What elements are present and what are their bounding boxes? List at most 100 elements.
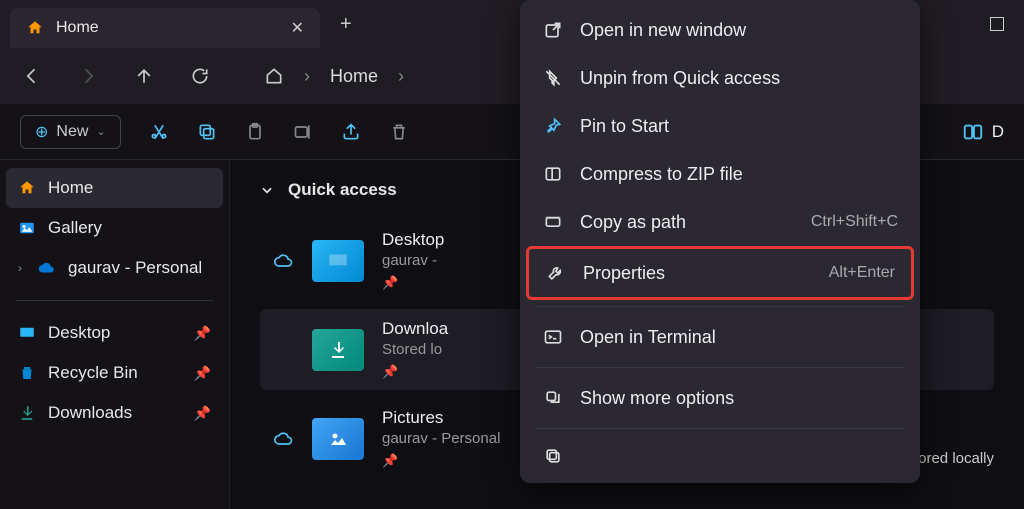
folder-icon — [312, 329, 364, 371]
folder-subtitle: gaurav - — [382, 252, 444, 269]
breadcrumb-home-icon — [264, 66, 284, 86]
home-icon — [18, 179, 36, 197]
zip-icon — [542, 163, 564, 185]
context-menu: Open in new window Unpin from Quick acce… — [520, 0, 920, 483]
details-view-icon[interactable] — [962, 121, 984, 143]
paste-icon[interactable] — [245, 122, 265, 142]
downloads-icon — [18, 404, 36, 422]
new-button[interactable]: ⊕ New ⌄ — [20, 115, 121, 149]
new-label: New — [56, 123, 88, 141]
folder-icon — [312, 418, 364, 460]
terminal-icon — [542, 326, 564, 348]
separator — [536, 367, 904, 368]
tab-title: Home — [56, 19, 99, 37]
cm-unpin[interactable]: Unpin from Quick access — [526, 54, 914, 102]
home-icon — [26, 19, 44, 37]
pin-icon — [542, 115, 564, 137]
cm-shortcut: Ctrl+Shift+C — [811, 213, 898, 231]
sidebar-label: Downloads — [48, 403, 132, 423]
sidebar-item-gallery[interactable]: Gallery — [0, 208, 229, 248]
chevron-icon: › — [398, 66, 404, 87]
sidebar-item-desktop[interactable]: Desktop 📌 — [0, 313, 229, 353]
pin-icon: 📌 — [194, 325, 211, 342]
sidebar: Home Gallery › gaurav - Personal Desktop… — [0, 160, 230, 509]
window-controls — [990, 17, 1024, 31]
copy-icon[interactable] — [197, 122, 217, 142]
pin-icon: 📌 — [194, 365, 211, 382]
pin-icon: 📌 — [382, 453, 500, 469]
sidebar-label: Desktop — [48, 323, 110, 343]
cm-open-new-window[interactable]: Open in new window — [526, 6, 914, 54]
cm-label: Open in new window — [580, 20, 746, 41]
cm-label: Copy as path — [580, 212, 686, 233]
sidebar-item-downloads[interactable]: Downloads 📌 — [0, 393, 229, 433]
cm-copy-path[interactable]: Copy as path Ctrl+Shift+C — [526, 198, 914, 246]
breadcrumb-home[interactable]: Home — [330, 66, 378, 87]
back-icon[interactable] — [20, 64, 44, 88]
pin-icon: 📌 — [382, 275, 444, 291]
pin-icon: 📌 — [382, 364, 448, 380]
folder-name: Downloa — [382, 319, 448, 339]
cut-icon[interactable] — [149, 122, 169, 142]
cm-label: Compress to ZIP file — [580, 164, 743, 185]
cm-label: Properties — [583, 263, 665, 284]
refresh-icon[interactable] — [188, 64, 212, 88]
folder-subtitle: gaurav - Personal — [382, 430, 500, 447]
more-icon — [542, 387, 564, 409]
desktop-icon — [18, 324, 36, 342]
sidebar-label: Home — [48, 178, 93, 198]
folder-name: Desktop — [382, 230, 444, 250]
sidebar-item-recycle[interactable]: Recycle Bin 📌 — [0, 353, 229, 393]
add-tab-button[interactable]: + — [340, 13, 352, 36]
sidebar-item-onedrive[interactable]: › gaurav - Personal — [0, 248, 229, 288]
tab-home[interactable]: Home ✕ — [10, 8, 320, 48]
copy-icon — [542, 445, 564, 467]
rename-icon[interactable] — [293, 122, 313, 142]
close-icon[interactable]: ✕ — [291, 18, 304, 38]
cm-pin-start[interactable]: Pin to Start — [526, 102, 914, 150]
folder-icon — [312, 240, 364, 282]
share-icon[interactable] — [341, 122, 361, 142]
section-title: Quick access — [288, 180, 397, 200]
gallery-icon — [18, 219, 36, 237]
cm-terminal[interactable]: Open in Terminal — [526, 313, 914, 361]
separator — [536, 306, 904, 307]
up-icon[interactable] — [132, 64, 156, 88]
details-label: D — [992, 122, 1004, 142]
cm-label: Unpin from Quick access — [580, 68, 780, 89]
cloud-sync-icon — [274, 251, 294, 271]
folder-name: Pictures — [382, 408, 500, 428]
recycle-icon — [18, 364, 36, 382]
copy-path-icon — [542, 211, 564, 233]
cloud-sync-icon — [274, 429, 294, 449]
unpin-icon — [542, 67, 564, 89]
cm-compress[interactable]: Compress to ZIP file — [526, 150, 914, 198]
cm-label: Pin to Start — [580, 116, 669, 137]
cloud-icon — [38, 259, 56, 277]
sidebar-label: Gallery — [48, 218, 102, 238]
wrench-icon — [545, 262, 567, 284]
cm-shortcut: Alt+Enter — [829, 264, 895, 282]
cm-label: Show more options — [580, 388, 734, 409]
chevron-icon: › — [304, 66, 310, 87]
cm-more-options[interactable]: Show more options — [526, 374, 914, 422]
open-new-window-icon — [542, 19, 564, 41]
forward-icon[interactable] — [76, 64, 100, 88]
chevron-down-icon — [260, 183, 274, 197]
cm-bottom-icon[interactable] — [526, 435, 914, 477]
chevron-down-icon: ⌄ — [96, 125, 105, 138]
chevron-right-icon: › — [18, 261, 22, 275]
folder-subtitle: Stored lo — [382, 341, 448, 358]
sidebar-label: gaurav - Personal — [68, 258, 202, 278]
separator — [536, 428, 904, 429]
sidebar-item-home[interactable]: Home — [6, 168, 223, 208]
pin-icon: 📌 — [194, 405, 211, 422]
breadcrumb[interactable]: › Home › — [264, 66, 404, 87]
delete-icon[interactable] — [389, 122, 409, 142]
sidebar-label: Recycle Bin — [48, 363, 138, 383]
cm-label: Open in Terminal — [580, 327, 716, 348]
maximize-icon[interactable] — [990, 17, 1004, 31]
plus-icon: ⊕ — [35, 122, 48, 142]
cm-properties[interactable]: Properties Alt+Enter — [526, 246, 914, 300]
separator — [16, 300, 213, 301]
